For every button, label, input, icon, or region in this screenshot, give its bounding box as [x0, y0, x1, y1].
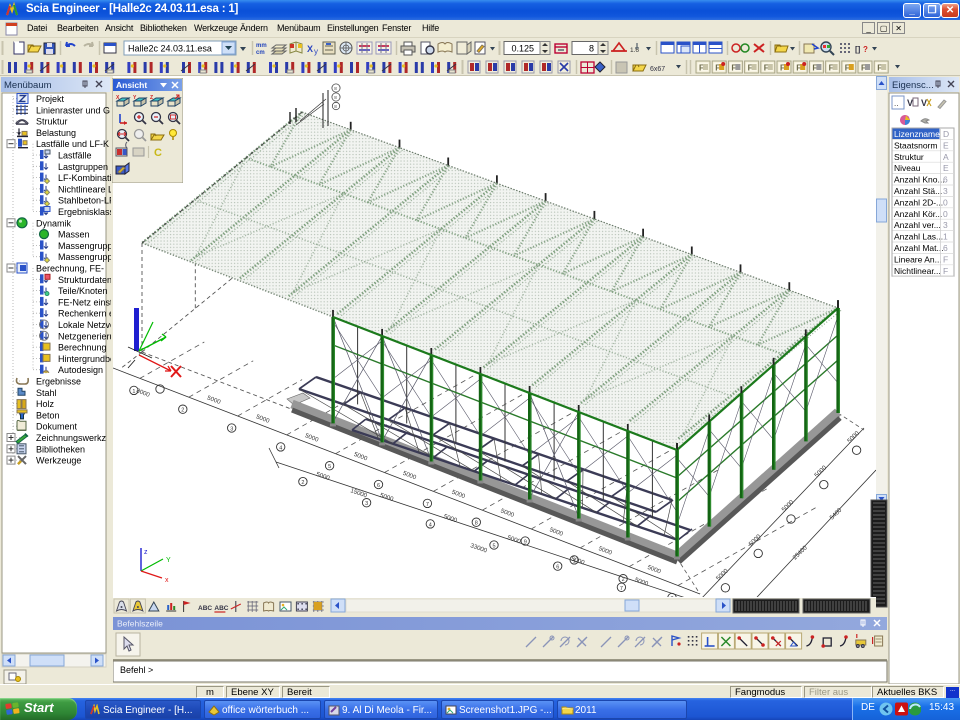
svg-text:Werkzeuge: Werkzeuge: [36, 456, 81, 466]
svg-text:Befehlszeile: Befehlszeile: [117, 619, 163, 629]
svg-text:?: ?: [863, 45, 868, 54]
svg-text:Massengrupp: Massengrupp: [58, 241, 111, 251]
svg-text:C: C: [154, 147, 162, 159]
svg-text:Z: Z: [150, 95, 153, 101]
svg-text:Ergebnisse: Ergebnisse: [36, 377, 81, 387]
svg-text:[]: []: [855, 45, 861, 54]
svg-text:Dynamik: Dynamik: [36, 218, 72, 228]
svg-text:Hintergrundbe: Hintergrundbe: [58, 354, 111, 364]
svg-text:Nichtlineare LF: Nichtlineare LF: [58, 184, 111, 194]
svg-text:Netzgenerieru: Netzgenerieru: [58, 331, 111, 341]
svg-text:Lastgruppen: Lastgruppen: [58, 162, 108, 172]
svg-text:Berechnung: Berechnung: [58, 343, 107, 353]
svg-text:Beton: Beton: [36, 410, 60, 420]
svg-text:Befehl >: Befehl >: [120, 665, 153, 675]
svg-text:Linienraster und G: Linienraster und G: [36, 105, 110, 115]
svg-text:Stahl: Stahl: [36, 388, 57, 398]
svg-text:Rechenkern e: Rechenkern e: [58, 309, 111, 319]
svg-text:Zeichnungswerkz: Zeichnungswerkz: [36, 433, 107, 443]
svg-text:Bibliotheken: Bibliotheken: [36, 444, 85, 454]
svg-text:Lokale Netzve: Lokale Netzve: [58, 320, 111, 330]
svg-text:ABC: ABC: [198, 605, 212, 612]
svg-text:Menübaum: Menübaum: [4, 80, 52, 91]
svg-text:Dokument: Dokument: [36, 422, 78, 432]
svg-text:Holz: Holz: [36, 399, 55, 409]
svg-text:ABC: ABC: [214, 605, 228, 612]
svg-text:6x67: 6x67: [650, 66, 665, 73]
svg-text:LF-Kombinatio: LF-Kombinatio: [58, 173, 111, 183]
svg-text:mm: mm: [256, 43, 267, 49]
svg-text:Struktur: Struktur: [36, 117, 68, 127]
svg-text:Stahlbeton-LF: Stahlbeton-LF: [58, 196, 111, 206]
svg-text:Teile/Knoten: Teile/Knoten: [58, 286, 108, 296]
svg-text:cm: cm: [256, 50, 265, 56]
svg-text:Autodesign: Autodesign: [58, 365, 103, 375]
svg-text:0.125: 0.125: [511, 44, 534, 54]
svg-text:8: 8: [589, 44, 594, 54]
svg-text:Strukturdaten: Strukturdaten: [58, 275, 111, 285]
svg-text:y: y: [314, 47, 318, 56]
svg-text:FE-Netz einst: FE-Netz einst: [58, 297, 111, 307]
svg-text:Ergebnisklass: Ergebnisklass: [58, 207, 111, 217]
svg-text:Ansicht: Ansicht: [116, 80, 147, 90]
svg-text:Lastfälle: Lastfälle: [58, 151, 92, 161]
svg-text:Massen: Massen: [58, 230, 90, 240]
svg-text:Berechnung, FE-: Berechnung, FE-: [36, 264, 104, 274]
svg-text:Belastung: Belastung: [36, 128, 76, 138]
svg-text:X: X: [307, 44, 313, 54]
svg-text:Projekt: Projekt: [36, 94, 65, 104]
svg-text:Massengrupp: Massengrupp: [58, 252, 111, 262]
svg-text:Halle2c 24.03.11.esa: Halle2c 24.03.11.esa: [128, 44, 212, 54]
svg-text:Lastfälle und LF-K: Lastfälle und LF-K: [36, 139, 109, 149]
